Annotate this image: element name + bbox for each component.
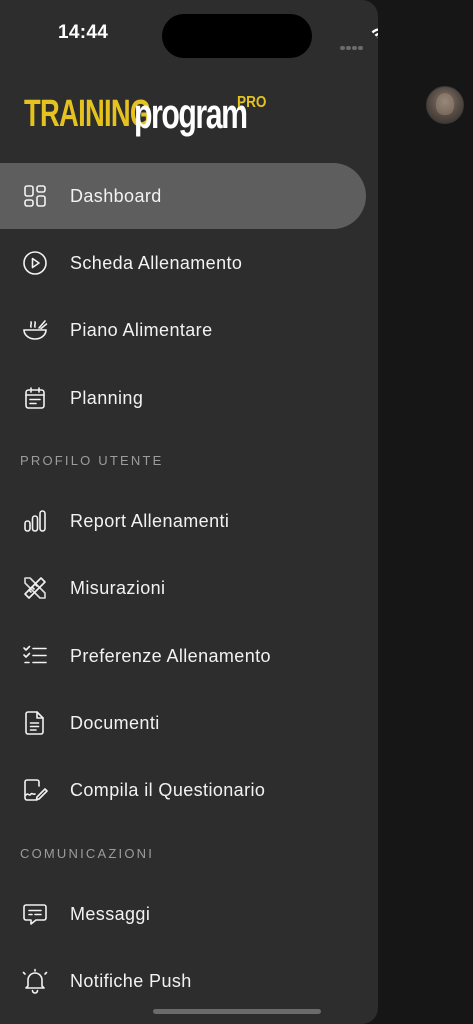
signature-document-icon — [22, 777, 48, 803]
calendar-icon — [22, 385, 48, 411]
food-bowl-icon — [22, 317, 48, 343]
menu-label-misurazioni: Misurazioni — [70, 577, 166, 598]
section-header-profilo-utente: PROFILO UTENTE — [20, 453, 164, 468]
document-icon — [22, 710, 48, 736]
menu-label-notifiche-push: Notifiche Push — [70, 970, 192, 991]
status-time: 14:44 — [58, 22, 109, 43]
ruler-pencil-icon — [22, 575, 48, 601]
home-indicator[interactable] — [153, 1009, 321, 1014]
menu-item-preferenze-allenamento[interactable]: Preferenze Allenamento — [0, 623, 366, 689]
bar-chart-icon — [22, 508, 48, 534]
menu-item-notifiche-push[interactable]: Notifiche Push — [0, 948, 366, 1014]
menu-item-planning[interactable]: Planning — [0, 365, 366, 431]
menu-item-misurazioni[interactable]: Misurazioni — [0, 555, 366, 621]
menu-item-messaggi[interactable]: Messaggi — [0, 881, 366, 947]
logo-training-text: TRAINING — [24, 93, 151, 135]
menu-item-compila-questionario[interactable]: Compila il Questionario — [0, 757, 366, 823]
menu-label-planning: Planning — [70, 387, 144, 408]
dynamic-island — [162, 14, 312, 58]
bell-icon — [22, 968, 48, 994]
user-avatar[interactable] — [426, 86, 464, 124]
menu-label-compila-questionario: Compila il Questionario — [70, 779, 266, 800]
message-icon — [22, 901, 48, 927]
section-header-comunicazioni: COMUNICAZIONI — [20, 846, 155, 861]
menu-item-scheda-allenamento[interactable]: Scheda Allenamento — [0, 230, 366, 296]
checklist-icon — [22, 643, 48, 669]
menu-item-documenti[interactable]: Documenti — [0, 690, 366, 756]
app-logo: TRAINING program PRO — [24, 92, 272, 140]
menu-label-messaggi: Messaggi — [70, 903, 151, 924]
menu-label-scheda-allenamento: Scheda Allenamento — [70, 252, 243, 273]
play-circle-icon — [22, 250, 48, 276]
navigation-drawer: 14:44 TRAINING program PRO Dashboard Sch… — [0, 0, 378, 1024]
menu-item-piano-alimentare[interactable]: Piano Alimentare — [0, 297, 366, 363]
menu-item-dashboard[interactable]: Dashboard — [0, 163, 366, 229]
logo-program-text: program — [134, 90, 248, 137]
menu-label-dashboard: Dashboard — [70, 185, 162, 206]
menu-label-piano-alimentare: Piano Alimentare — [70, 319, 213, 340]
menu-label-report-allenamenti: Report Allenamenti — [70, 510, 230, 531]
wifi-icon — [370, 26, 378, 47]
cellular-signal-icon — [340, 37, 364, 55]
menu-item-report-allenamenti[interactable]: Report Allenamenti — [0, 488, 366, 554]
menu-label-documenti: Documenti — [70, 712, 160, 733]
dashboard-grid-icon — [22, 183, 48, 209]
logo-pro-text: PRO — [237, 94, 267, 111]
menu-label-preferenze-allenamento: Preferenze Allenamento — [70, 645, 271, 666]
